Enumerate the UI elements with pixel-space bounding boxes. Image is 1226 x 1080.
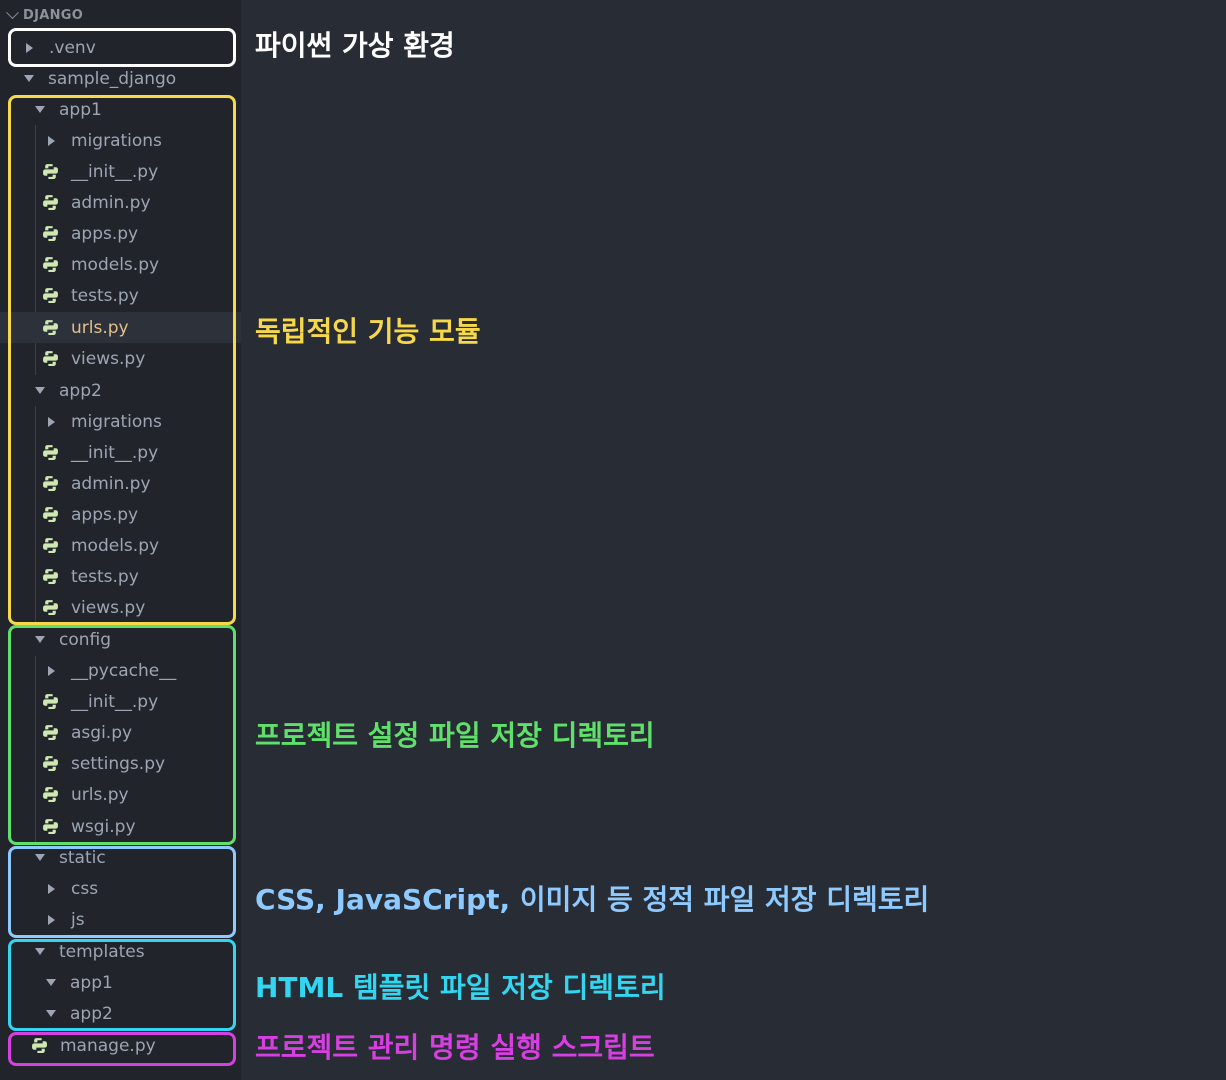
tree-item-label: sample_django	[48, 68, 177, 89]
annotation-manage: 프로젝트 관리 명령 실행 스크립트	[255, 1031, 655, 1064]
explorer-section-header[interactable]: DJANGO	[6, 5, 84, 24]
highlight-box-apps	[8, 95, 236, 625]
annotation-static: CSS, JavaSCript, 이미지 등 정적 파일 저장 디렉토리	[255, 883, 930, 916]
annotation-config: 프로젝트 설정 파일 저장 디렉토리	[255, 719, 655, 752]
highlight-box-config	[8, 625, 236, 845]
section-title: DJANGO	[23, 7, 84, 23]
highlight-box-templates	[8, 939, 236, 1031]
tree-item-sample-django[interactable]: sample_django	[0, 63, 241, 94]
annotation-templates: HTML 템플릿 파일 저장 디렉토리	[255, 971, 666, 1004]
annotation-apps: 독립적인 기능 모듈	[255, 315, 481, 348]
chevron-down-icon	[6, 5, 19, 19]
highlight-box-venv	[8, 28, 236, 67]
chevron-down-icon	[24, 75, 34, 82]
highlight-box-manage	[8, 1032, 236, 1066]
highlight-box-static	[8, 846, 236, 938]
annotation-venv: 파이썬 가상 환경	[255, 29, 455, 62]
